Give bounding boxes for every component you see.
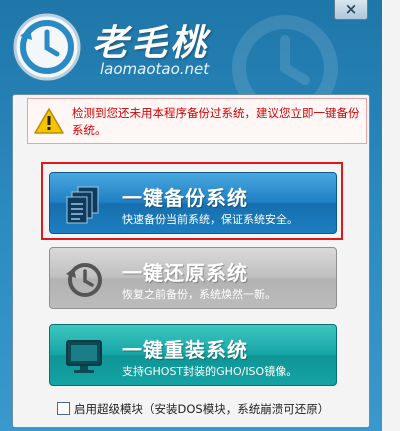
warning-text: 检测到您还未用本程序备份过系统，建议您立即一键备份系统。 (72, 106, 360, 137)
warning-icon (34, 108, 64, 134)
brand-name: 老毛桃 (92, 22, 210, 64)
desktop-edge (382, 0, 400, 431)
restore-button-subtitle: 恢复之前备份，系统焕然一新。 (122, 288, 276, 301)
restore-system-button[interactable]: 一键还原系统 恢复之前备份，系统焕然一新。 (49, 247, 337, 309)
main-panel: 检测到您还未用本程序备份过系统，建议您立即一键备份系统。 一键备份系统 快速备份… (12, 94, 370, 428)
backup-button-title: 一键备份系统 (122, 186, 248, 210)
reinstall-system-button[interactable]: 一键重装系统 支持GHOST封装的GHO/ISO镜像。 (49, 324, 337, 386)
close-button[interactable]: × (334, 0, 368, 20)
backup-button-subtitle: 快速备份当前系统，保证系统安全。 (122, 213, 298, 226)
document-stack-icon (66, 186, 99, 224)
reinstall-button-subtitle: 支持GHOST封装的GHO/ISO镜像。 (122, 365, 298, 378)
monitor-icon (66, 340, 102, 373)
super-module-option[interactable]: 启用超级模块（安装DOS模块，系统崩溃可还原） (57, 401, 329, 417)
backup-system-button[interactable]: 一键备份系统 快速备份当前系统，保证系统安全。 (49, 172, 337, 234)
restore-clock-icon (66, 263, 102, 297)
restore-button-title: 一键还原系统 (122, 261, 248, 285)
super-module-label: 启用超级模块（安装DOS模块，系统崩溃可还原） (74, 402, 330, 416)
reinstall-button-title: 一键重装系统 (122, 338, 248, 362)
warning-banner: 检测到您还未用本程序备份过系统，建议您立即一键备份系统。 (27, 98, 367, 144)
restore-logo-icon (13, 13, 81, 81)
brand-domain: laomaotao.net (100, 60, 210, 78)
super-module-checkbox[interactable] (57, 402, 70, 415)
app-window: × 老毛桃 laomaotao.net 检测到您还未用本程序备份过系统，建议您立… (0, 0, 383, 431)
